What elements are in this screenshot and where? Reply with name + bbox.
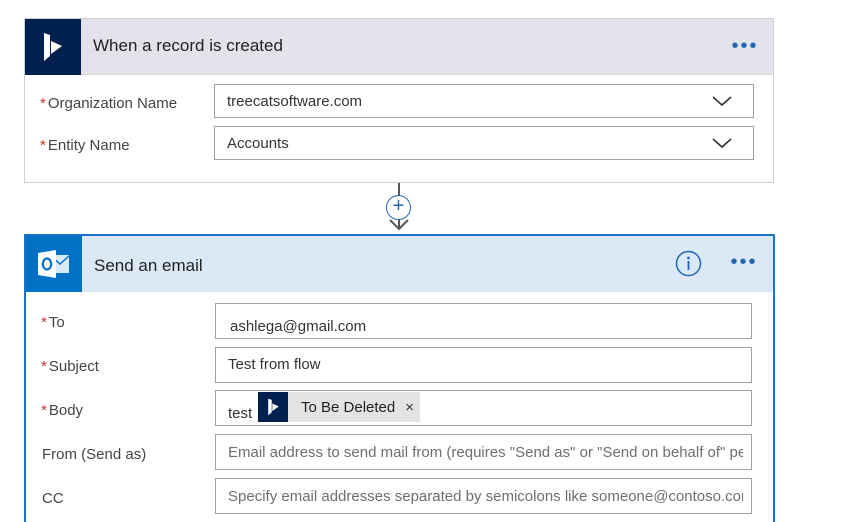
entity-name-value: Accounts [227,135,289,152]
subject-value: Test from flow [228,356,321,373]
cc-input[interactable]: Specify email addresses separated by sem… [215,478,752,514]
organization-name-value: treecatsoftware.com [227,93,363,110]
organization-name-label: * Organization Name [40,95,178,112]
required-marker: * [41,402,47,419]
remove-token-icon[interactable]: × [405,399,414,416]
required-marker: * [40,137,46,154]
required-marker: * [41,314,47,331]
chevron-down-icon [712,138,732,149]
dynamics-logo-icon [258,392,288,422]
token-label: To Be Deleted [301,398,396,416]
to-input[interactable]: ashlega@gmail.com [215,303,752,339]
send-email-title: Send an email [94,256,203,275]
required-marker: * [40,95,46,112]
body-label: * Body [41,402,84,419]
entity-name-label: * Entity Name [40,137,130,154]
send-email-more-options-icon[interactable]: ••• [729,251,759,275]
to-value: ashlega@gmail.com [230,318,367,335]
outlook-logo-icon [26,236,82,292]
info-icon[interactable] [675,250,702,277]
body-input[interactable]: test To Be Deleted × [215,390,752,426]
entity-name-dropdown[interactable]: Accounts [214,126,754,160]
trigger-card-header[interactable]: When a record is created ••• [25,19,773,75]
chevron-down-icon [712,96,732,107]
required-marker: * [41,358,47,375]
dynamics-logo-icon [25,19,81,75]
send-email-card: Send an email ••• * To ashlega@gmail.com … [24,234,775,522]
add-step-button[interactable]: + [386,195,411,220]
from-label: From (Send as) [42,446,147,463]
cc-placeholder: Specify email addresses separated by sem… [228,488,743,505]
trigger-more-options-icon[interactable]: ••• [730,35,760,59]
subject-input[interactable]: Test from flow [215,347,752,383]
to-label: * To [41,314,65,331]
organization-name-dropdown[interactable]: treecatsoftware.com [214,84,754,118]
send-email-card-header[interactable]: Send an email ••• [26,236,773,292]
from-placeholder: Email address to send mail from (require… [228,444,743,461]
cc-label: CC [42,490,64,507]
trigger-title: When a record is created [93,36,283,55]
body-text: test [228,405,253,422]
dynamic-content-token[interactable]: To Be Deleted × [258,392,420,422]
subject-label: * Subject [41,358,99,375]
trigger-card: When a record is created ••• * Organizati… [24,18,774,183]
from-input[interactable]: Email address to send mail from (require… [215,434,752,470]
